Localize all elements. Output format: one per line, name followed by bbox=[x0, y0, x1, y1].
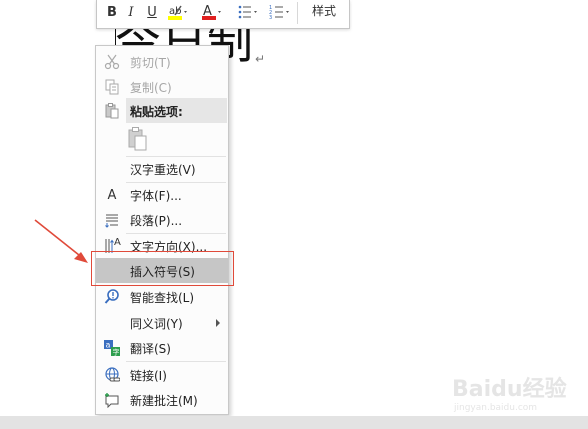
baidu-watermark-logo: Baidu经验 jingyan.baidu.com bbox=[452, 376, 567, 413]
annotation-highlight-box bbox=[91, 251, 234, 286]
annotation-arrow-icon bbox=[34, 219, 88, 263]
watermark-text: Baidu经验 bbox=[452, 376, 567, 402]
watermark-url: jingyan.baidu.com bbox=[453, 403, 537, 413]
bottom-status-bar bbox=[0, 416, 588, 429]
